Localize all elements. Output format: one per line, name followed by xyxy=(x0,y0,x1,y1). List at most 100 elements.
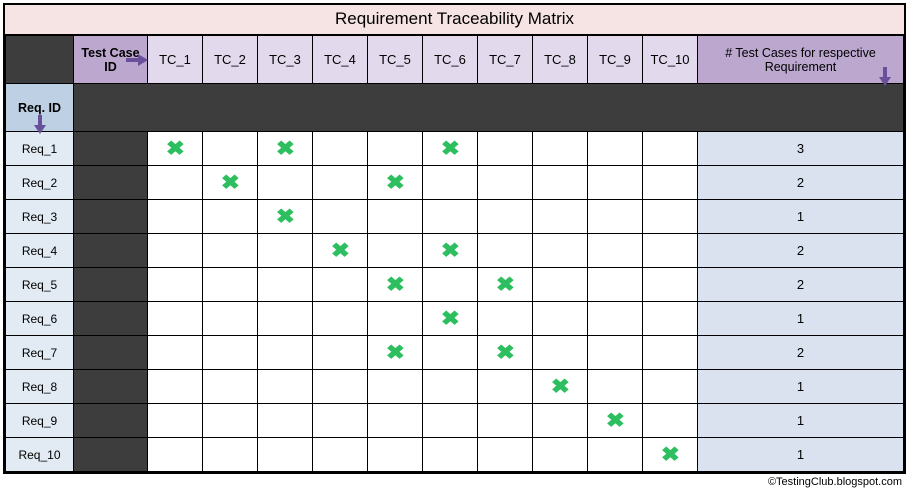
cell-r4-c2 xyxy=(203,234,258,268)
cell-r6-c8 xyxy=(533,302,588,336)
cell-r9-c4 xyxy=(313,404,368,438)
x-mark-icon: ✖ xyxy=(165,139,184,159)
req-label-1: Req_1 xyxy=(6,132,74,166)
cell-r4-c7 xyxy=(478,234,533,268)
cell-r2-c6 xyxy=(423,166,478,200)
cell-r4-c3 xyxy=(258,234,313,268)
cell-r6-c9 xyxy=(588,302,643,336)
dark-gutter xyxy=(74,166,148,200)
cell-r4-c6: ✖ xyxy=(423,234,478,268)
cell-r5-c7: ✖ xyxy=(478,268,533,302)
cell-r5-c4 xyxy=(313,268,368,302)
count-r4: 2 xyxy=(698,234,904,268)
dark-gutter xyxy=(74,370,148,404)
corner-dark xyxy=(6,36,74,84)
cell-r1-c1: ✖ xyxy=(148,132,203,166)
cell-r10-c3 xyxy=(258,438,313,472)
cell-r6-c7 xyxy=(478,302,533,336)
cell-r2-c8 xyxy=(533,166,588,200)
count-r2: 2 xyxy=(698,166,904,200)
dark-gutter xyxy=(74,438,148,472)
cell-r7-c3 xyxy=(258,336,313,370)
x-mark-icon: ✖ xyxy=(440,241,459,261)
cell-r3-c7 xyxy=(478,200,533,234)
cell-r10-c10: ✖ xyxy=(643,438,698,472)
cell-r9-c8 xyxy=(533,404,588,438)
cell-r9-c10 xyxy=(643,404,698,438)
cell-r5-c1 xyxy=(148,268,203,302)
arrow-right-icon xyxy=(126,53,148,67)
cell-r3-c8 xyxy=(533,200,588,234)
cell-r5-c9 xyxy=(588,268,643,302)
dark-gutter xyxy=(74,234,148,268)
cell-r2-c4 xyxy=(313,166,368,200)
cell-r5-c3 xyxy=(258,268,313,302)
cell-r9-c3 xyxy=(258,404,313,438)
cell-r10-c8 xyxy=(533,438,588,472)
x-mark-icon: ✖ xyxy=(440,139,459,159)
cell-r3-c4 xyxy=(313,200,368,234)
cell-r10-c6 xyxy=(423,438,478,472)
count-r3: 1 xyxy=(698,200,904,234)
cell-r5-c2 xyxy=(203,268,258,302)
header-tc-2: TC_2 xyxy=(203,36,258,84)
x-mark-icon: ✖ xyxy=(275,139,294,159)
cell-r9-c2 xyxy=(203,404,258,438)
cell-r4-c10 xyxy=(643,234,698,268)
cell-r6-c10 xyxy=(643,302,698,336)
x-mark-icon: ✖ xyxy=(275,207,294,227)
cell-r7-c8 xyxy=(533,336,588,370)
cell-r3-c10 xyxy=(643,200,698,234)
cell-r9-c5 xyxy=(368,404,423,438)
header-tc-1: TC_1 xyxy=(148,36,203,84)
cell-r2-c7 xyxy=(478,166,533,200)
cell-r4-c4: ✖ xyxy=(313,234,368,268)
cell-r3-c6 xyxy=(423,200,478,234)
x-mark-icon: ✖ xyxy=(440,309,459,329)
cell-r10-c2 xyxy=(203,438,258,472)
cell-r9-c9: ✖ xyxy=(588,404,643,438)
count-r10: 1 xyxy=(698,438,904,472)
cell-r8-c4 xyxy=(313,370,368,404)
req-label-10: Req_10 xyxy=(6,438,74,472)
cell-r6-c3 xyxy=(258,302,313,336)
cell-r7-c6 xyxy=(423,336,478,370)
count-r6: 1 xyxy=(698,302,904,336)
cell-r8-c7 xyxy=(478,370,533,404)
count-r7: 2 xyxy=(698,336,904,370)
rtm-container: Requirement Traceability Matrix Test Cas… xyxy=(3,3,906,474)
cell-r8-c9 xyxy=(588,370,643,404)
x-mark-icon: ✖ xyxy=(220,173,239,193)
cell-r6-c4 xyxy=(313,302,368,336)
cell-r4-c8 xyxy=(533,234,588,268)
header-count: # Test Cases for respective Requirement xyxy=(698,36,904,84)
header-tc-8: TC_8 xyxy=(533,36,588,84)
cell-r5-c5: ✖ xyxy=(368,268,423,302)
dark-gutter xyxy=(74,132,148,166)
cell-r6-c6: ✖ xyxy=(423,302,478,336)
cell-r7-c10 xyxy=(643,336,698,370)
count-r1: 3 xyxy=(698,132,904,166)
x-mark-icon: ✖ xyxy=(330,241,349,261)
cell-r1-c9 xyxy=(588,132,643,166)
cell-r5-c10 xyxy=(643,268,698,302)
cell-r4-c5 xyxy=(368,234,423,268)
cell-r5-c8 xyxy=(533,268,588,302)
cell-r3-c2 xyxy=(203,200,258,234)
cell-r2-c5: ✖ xyxy=(368,166,423,200)
cell-r7-c2 xyxy=(203,336,258,370)
cell-r2-c10 xyxy=(643,166,698,200)
x-mark-icon: ✖ xyxy=(660,445,679,465)
x-mark-icon: ✖ xyxy=(550,377,569,397)
cell-r3-c3: ✖ xyxy=(258,200,313,234)
cell-r1-c3: ✖ xyxy=(258,132,313,166)
req-label-7: Req_7 xyxy=(6,336,74,370)
cell-r9-c6 xyxy=(423,404,478,438)
x-mark-icon: ✖ xyxy=(495,343,514,363)
x-mark-icon: ✖ xyxy=(385,343,404,363)
cell-r8-c3 xyxy=(258,370,313,404)
req-label-4: Req_4 xyxy=(6,234,74,268)
cell-r10-c4 xyxy=(313,438,368,472)
arrow-down-icon xyxy=(34,115,46,134)
cell-r3-c5 xyxy=(368,200,423,234)
